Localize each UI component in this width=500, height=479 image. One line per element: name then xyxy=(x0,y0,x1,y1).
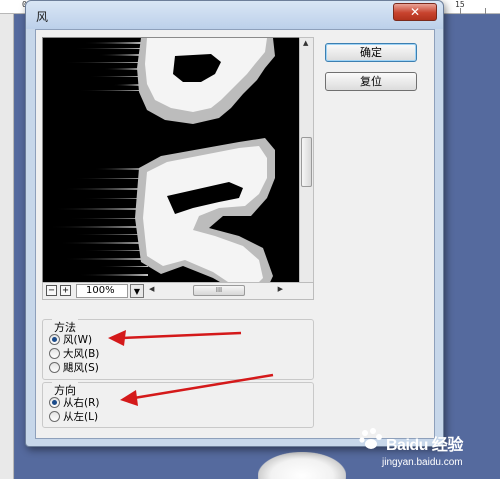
paw-logo-icon xyxy=(359,428,382,449)
baidu-watermark: Baidu 经验 jingyan.baidu.com xyxy=(358,427,500,479)
red-arrow-icon xyxy=(120,373,274,406)
red-arrow-icon xyxy=(108,330,242,346)
watermark-text: Baidu 经验 xyxy=(386,437,463,454)
watermark-url: jingyan.baidu.com xyxy=(382,457,463,468)
annotation-arrows xyxy=(108,330,274,406)
